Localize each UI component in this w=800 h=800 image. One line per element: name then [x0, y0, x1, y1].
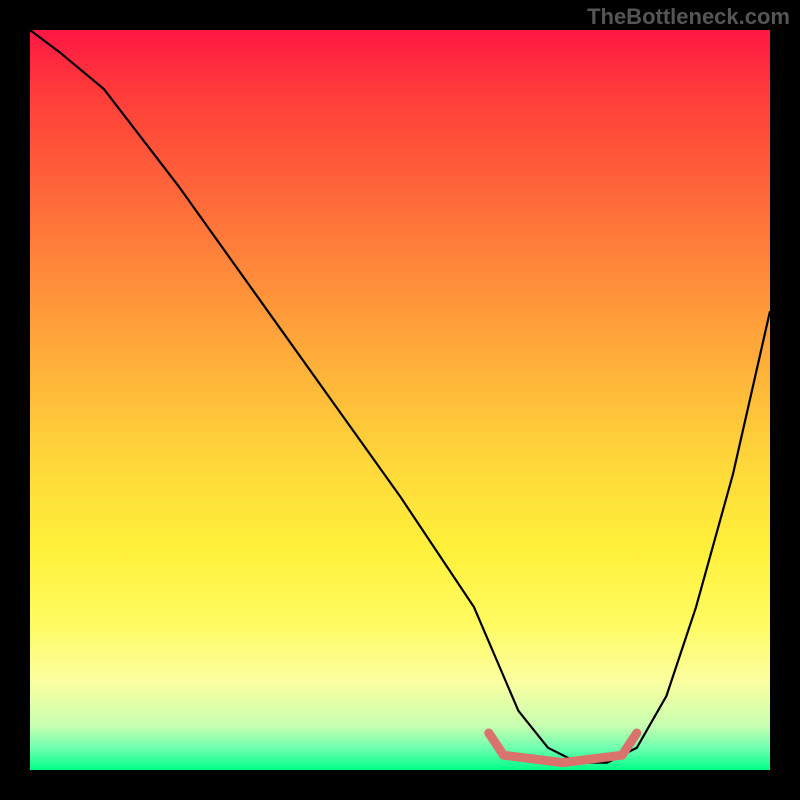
- watermark-text: TheBottleneck.com: [587, 4, 790, 30]
- curve-line: [30, 30, 770, 763]
- plot-area: [30, 30, 770, 770]
- optimum-marker: [489, 733, 637, 763]
- chart-svg: [30, 30, 770, 770]
- chart-container: TheBottleneck.com: [0, 0, 800, 800]
